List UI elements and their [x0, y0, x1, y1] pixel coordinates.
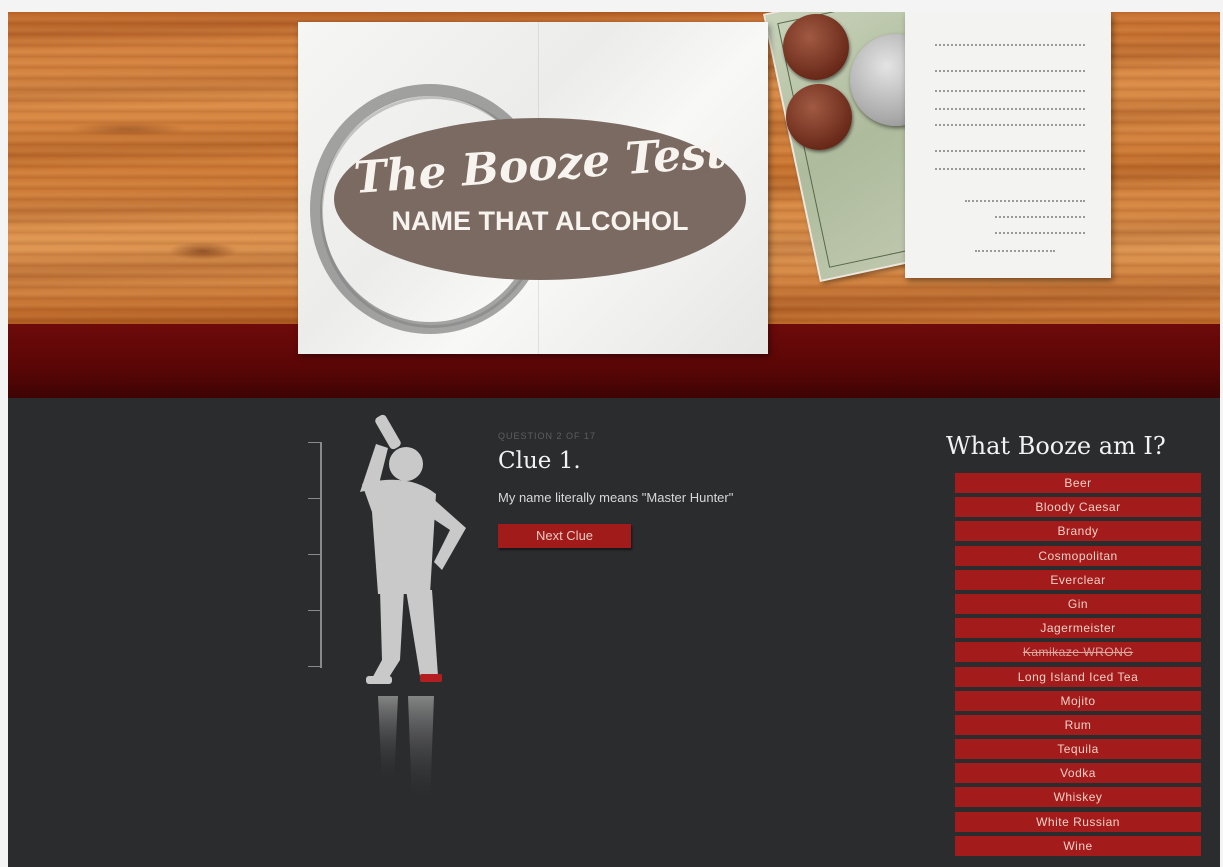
drinking-man-figure [360, 414, 466, 804]
next-clue-button[interactable]: Next Clue [498, 524, 631, 548]
answer-option-brandy[interactable]: Brandy [955, 521, 1201, 542]
answer-option-rum[interactable]: Rum [955, 714, 1201, 735]
answers-heading: What Booze am I? [946, 432, 1166, 460]
answer-option-jagermeister[interactable]: Jagermeister [955, 618, 1201, 639]
answer-option-white-russian[interactable]: White Russian [955, 811, 1201, 832]
quiz-area: QUESTION 2 OF 17 Clue 1. My name literal… [8, 398, 1220, 867]
answer-option-tequila[interactable]: Tequila [955, 739, 1201, 760]
logo-paper: The Booze Test NAME THAT ALCOHOL [298, 22, 768, 354]
answer-option-beer[interactable]: Beer [955, 473, 1201, 493]
answer-list: Beer Bloody Caesar Brandy Cosmopolitan E… [955, 473, 1201, 860]
wood-knot [168, 242, 238, 260]
clue-text: My name literally means "Master Hunter" [498, 490, 734, 505]
answer-option-mojito[interactable]: Mojito [955, 690, 1201, 711]
answer-option-kamikaze[interactable]: Kamikaze WRONG [955, 642, 1201, 663]
penny-image [786, 84, 852, 150]
answer-option-whiskey[interactable]: Whiskey [955, 787, 1201, 808]
answer-option-bloody-caesar[interactable]: Bloody Caesar [955, 497, 1201, 518]
logo-subtitle: NAME THAT ALCOHOL [391, 206, 689, 236]
logo[interactable]: The Booze Test NAME THAT ALCOHOL [334, 118, 746, 280]
answer-option-gin[interactable]: Gin [955, 593, 1201, 614]
penny-image [783, 14, 849, 80]
answer-option-cosmopolitan[interactable]: Cosmopolitan [955, 545, 1201, 566]
drink-scale [320, 442, 322, 668]
wood-knot [68, 122, 188, 136]
receipt-image [905, 12, 1111, 278]
answer-option-wine[interactable]: Wine [955, 835, 1201, 856]
answer-option-long-island-iced-tea[interactable]: Long Island Iced Tea [955, 666, 1201, 687]
clue-title: Clue 1. [498, 448, 581, 474]
answer-option-vodka[interactable]: Vodka [955, 763, 1201, 784]
answer-option-everclear[interactable]: Everclear [955, 569, 1201, 590]
question-counter: QUESTION 2 OF 17 [498, 431, 597, 441]
page-frame: The Booze Test NAME THAT ALCOHOL QUESTIO… [8, 12, 1220, 867]
